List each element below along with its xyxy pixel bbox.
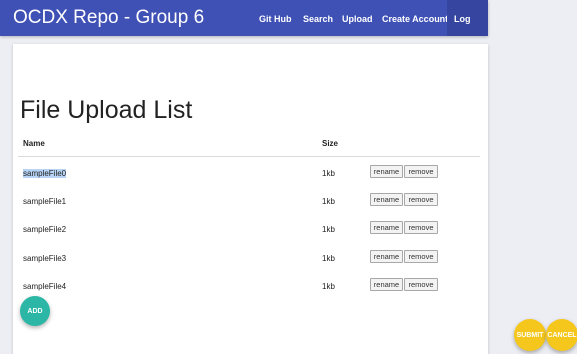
rename-button[interactable]: rename <box>370 221 403 234</box>
remove-button[interactable]: remove <box>404 193 438 206</box>
table-row: sampleFile0 1kb rename remove <box>13 164 488 182</box>
rename-button[interactable]: rename <box>370 278 403 291</box>
file-name[interactable]: sampleFile3 <box>23 254 66 263</box>
rename-button[interactable]: rename <box>370 250 403 263</box>
file-size: 1kb <box>322 197 335 206</box>
file-size: 1kb <box>322 225 335 234</box>
file-size: 1kb <box>322 282 335 291</box>
brand-title[interactable]: OCDX Repo - Group 6 <box>13 7 204 29</box>
file-size: 1kb <box>322 169 335 178</box>
table-row: sampleFile1 1kb rename remove <box>13 192 488 210</box>
nav-link-logout[interactable]: Log out <box>447 0 488 62</box>
file-name[interactable]: sampleFile0 <box>23 169 67 178</box>
add-file-button[interactable]: ADD <box>20 296 50 326</box>
rename-button[interactable]: rename <box>370 193 403 206</box>
table-row: sampleFile4 1kb rename remove <box>13 277 488 295</box>
table-row: sampleFile2 1kb rename remove <box>13 220 488 238</box>
column-header-size: Size <box>322 139 339 148</box>
page-title: File Upload List <box>20 96 193 124</box>
nav-link-github[interactable]: Git Hub <box>259 0 292 36</box>
file-name[interactable]: sampleFile1 <box>23 197 66 206</box>
upload-card: File Upload List Name Size sampleFile0 1… <box>13 44 488 354</box>
top-navbar: OCDX Repo - Group 6 Git Hub Search Uploa… <box>0 0 488 62</box>
nav-link-upload[interactable]: Upload <box>342 0 373 36</box>
table-row: sampleFile3 1kb rename remove <box>13 249 488 267</box>
column-header-name: Name <box>23 139 45 148</box>
remove-button[interactable]: remove <box>404 221 438 234</box>
nav-link-create-account[interactable]: Create Account <box>382 0 448 36</box>
cancel-button[interactable]: CANCEL <box>546 319 577 351</box>
nav-link-search[interactable]: Search <box>303 0 333 36</box>
remove-button[interactable]: remove <box>404 250 438 263</box>
remove-button[interactable]: remove <box>404 165 438 178</box>
rename-button[interactable]: rename <box>370 165 403 178</box>
file-name[interactable]: sampleFile2 <box>23 225 66 234</box>
table-header-divider <box>18 156 480 157</box>
file-size: 1kb <box>322 254 335 263</box>
file-name[interactable]: sampleFile4 <box>23 282 66 291</box>
remove-button[interactable]: remove <box>404 278 438 291</box>
submit-button[interactable]: SUBMIT <box>514 319 546 351</box>
